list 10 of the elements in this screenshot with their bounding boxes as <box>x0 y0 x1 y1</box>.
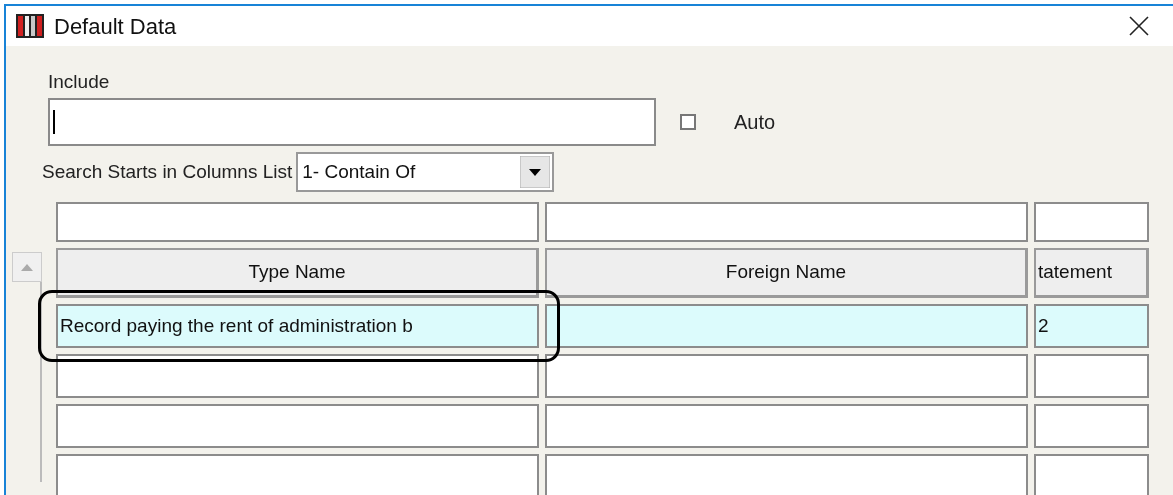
include-label: Include <box>48 70 110 94</box>
search-mode-dropdown[interactable]: 1- Contain Of <box>296 152 555 192</box>
column-header[interactable]: Type Name <box>56 248 539 298</box>
auto-label: Auto <box>734 110 776 135</box>
search-mode-label: Search Starts in Columns List <box>42 159 293 184</box>
column-header[interactable]: tatement <box>1034 248 1149 298</box>
window-title: Default Data <box>54 12 177 41</box>
table-cell: Record paying the rent of administration b <box>56 304 539 348</box>
column-header[interactable]: Foreign Name <box>545 248 1028 298</box>
table-cell: 2 <box>1034 304 1149 348</box>
